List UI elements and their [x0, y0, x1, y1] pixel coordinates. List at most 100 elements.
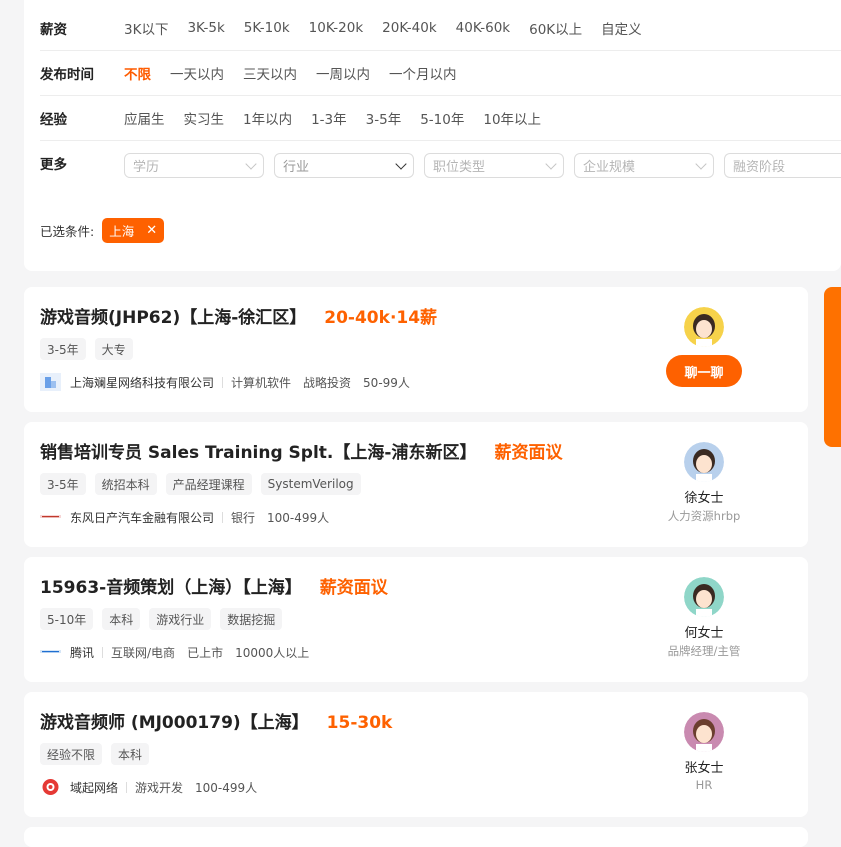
job-tag: 大专 — [94, 338, 133, 360]
company-logo — [40, 643, 61, 661]
filter-option-salary[interactable]: 60K以上 — [529, 18, 582, 38]
filter-label-more: 更多 — [40, 157, 67, 173]
job-salary: 薪资面议 — [319, 578, 388, 598]
filter-option-salary[interactable]: 3K-5k — [187, 20, 224, 36]
filter-row-more: 更多 学历 行业 职位类型 企业规模 融资阶段 — [40, 141, 841, 186]
company-size: 100-499人 — [267, 510, 330, 525]
job-tag: 3-5年 — [40, 473, 86, 495]
filter-option-experience[interactable]: 1年以内 — [243, 108, 292, 128]
company-logo — [40, 508, 61, 526]
filter-row-salary: 薪资 3K以下 3K-5k 5K-10k 10K-20k 20K-40k 40K… — [40, 5, 841, 51]
job-title[interactable]: 销售培训专员 Sales Training Splt.【上海-浦东新区】 — [40, 438, 476, 463]
recruiter-name: 何女士 — [684, 626, 724, 641]
filter-row-experience: 经验 应届生 实习生 1年以内 1-3年 3-5年 5-10年 10年以上 — [40, 96, 841, 141]
filter-option-experience[interactable]: 实习生 — [184, 108, 225, 128]
job-card[interactable]: 销售培训专员 Sales Training Splt.【上海-浦东新区】 薪资面… — [24, 422, 808, 547]
filter-label-publish-time: 发布时间 — [40, 67, 94, 83]
filter-option-publish-time[interactable]: 一周以内 — [316, 63, 370, 83]
select-job-type-label: 职位类型 — [433, 160, 486, 175]
select-company-size-label: 企业规模 — [583, 160, 636, 175]
job-tag: 统招本科 — [94, 473, 157, 495]
avatar[interactable] — [684, 307, 724, 347]
job-tag: SystemVerilog — [260, 473, 361, 495]
job-tag: 游戏行业 — [149, 608, 212, 630]
job-title[interactable]: 游戏音频(JHP62)【上海-徐汇区】 — [40, 303, 306, 328]
recruiter-name: 张女士 — [684, 761, 724, 776]
divider — [222, 511, 224, 523]
filter-option-salary[interactable]: 5K-10k — [244, 20, 290, 36]
select-job-type[interactable]: 职位类型 — [424, 153, 564, 178]
filter-option-publish-time[interactable]: 一个月以内 — [389, 63, 457, 83]
chevron-down-icon — [545, 157, 557, 170]
job-tag: 3-5年 — [40, 338, 86, 360]
side-panel-tab[interactable] — [824, 287, 841, 447]
filter-option-publish-time-active[interactable]: 不限 — [124, 63, 151, 83]
chevron-down-icon — [245, 157, 257, 170]
select-industry[interactable]: 行业 — [274, 153, 414, 178]
recruiter-title: HR — [695, 778, 713, 792]
job-salary: 薪资面议 — [494, 443, 563, 463]
recruiter: 徐女士 人力资源hrbp — [644, 442, 764, 524]
filter-option-experience[interactable]: 3-5年 — [366, 108, 402, 128]
company-name[interactable]: 上海斓星网络科技有限公司 — [70, 374, 214, 391]
close-icon[interactable]: ✕ — [146, 224, 157, 237]
recruiter: 聊一聊 — [644, 307, 764, 387]
select-funding-stage[interactable]: 融资阶段 — [724, 153, 841, 178]
job-card[interactable]: 游戏音频师 (MJ000179)【上海】 15-30k 经验不限 本科 域起网络… — [24, 692, 808, 817]
avatar[interactable] — [684, 577, 724, 617]
job-card[interactable]: 游戏音频(JHP62)【上海-徐汇区】 20-40k·14薪 3-5年 大专 上… — [24, 287, 808, 412]
company-industry: 游戏开发 — [135, 780, 184, 795]
select-education-label: 学历 — [133, 160, 160, 175]
company-size: 100-499人 — [195, 780, 258, 795]
job-tag: 本科 — [111, 743, 150, 765]
filter-label-experience: 经验 — [40, 112, 67, 128]
job-title[interactable]: 游戏音频师 (MJ000179)【上海】 — [40, 708, 309, 733]
divider — [126, 781, 128, 793]
company-name[interactable]: 腾讯 — [70, 644, 94, 661]
filter-option-publish-time[interactable]: 三天以内 — [243, 63, 297, 83]
filter-option-salary-custom[interactable]: 自定义 — [601, 18, 642, 38]
job-salary: 15-30k — [326, 713, 393, 733]
filter-panel: 薪资 3K以下 3K-5k 5K-10k 10K-20k 20K-40k 40K… — [24, 0, 841, 271]
avatar[interactable] — [684, 442, 724, 482]
select-education[interactable]: 学历 — [124, 153, 264, 178]
filter-option-salary[interactable]: 20K-40k — [382, 20, 436, 36]
job-tag: 5-10年 — [40, 608, 94, 630]
select-industry-label: 行业 — [283, 160, 310, 175]
company-name[interactable]: 域起网络 — [70, 779, 118, 796]
company-size: 10000人以上 — [235, 645, 310, 660]
company-logo — [40, 778, 61, 796]
filter-option-experience[interactable]: 1-3年 — [311, 108, 347, 128]
divider — [102, 646, 104, 658]
filter-option-experience[interactable]: 10年以上 — [483, 108, 541, 128]
recruiter-name: 徐女士 — [684, 491, 724, 506]
filter-option-experience[interactable]: 5-10年 — [420, 108, 464, 128]
company-funding: 战略投资 — [303, 375, 352, 390]
job-title[interactable]: 15963-音频策划（上海）【上海】 — [40, 573, 302, 598]
filter-option-salary[interactable]: 10K-20k — [309, 20, 363, 36]
selected-chip[interactable]: 上海 ✕ — [102, 218, 165, 243]
select-funding-stage-label: 融资阶段 — [733, 160, 786, 175]
job-card[interactable]: 15963-音频策划（上海）【上海】 薪资面议 5-10年 本科 游戏行业 数据… — [24, 557, 808, 682]
job-card-partial — [24, 827, 808, 847]
job-tag: 数据挖掘 — [220, 608, 283, 630]
job-tag: 经验不限 — [40, 743, 103, 765]
selected-chip-label: 上海 — [109, 224, 135, 239]
chat-button[interactable]: 聊一聊 — [666, 355, 742, 387]
selected-conditions: 已选条件: 上海 ✕ — [40, 218, 165, 243]
filter-option-experience[interactable]: 应届生 — [124, 108, 165, 128]
select-company-size[interactable]: 企业规模 — [574, 153, 714, 178]
filter-option-publish-time[interactable]: 一天以内 — [170, 63, 224, 83]
company-name[interactable]: 东风日产汽车金融有限公司 — [70, 509, 214, 526]
avatar[interactable] — [684, 712, 724, 752]
recruiter: 何女士 品牌经理/主管 — [644, 577, 764, 659]
chevron-down-icon — [395, 157, 407, 170]
job-tag: 本科 — [102, 608, 141, 630]
divider — [222, 376, 224, 388]
filter-option-salary[interactable]: 3K以下 — [124, 18, 168, 38]
filter-option-salary[interactable]: 40K-60k — [456, 20, 510, 36]
job-salary: 20-40k·14薪 — [324, 308, 438, 328]
company-industry: 计算机软件 — [231, 375, 292, 390]
company-size: 50-99人 — [363, 375, 410, 390]
job-tag: 产品经理课程 — [165, 473, 252, 495]
